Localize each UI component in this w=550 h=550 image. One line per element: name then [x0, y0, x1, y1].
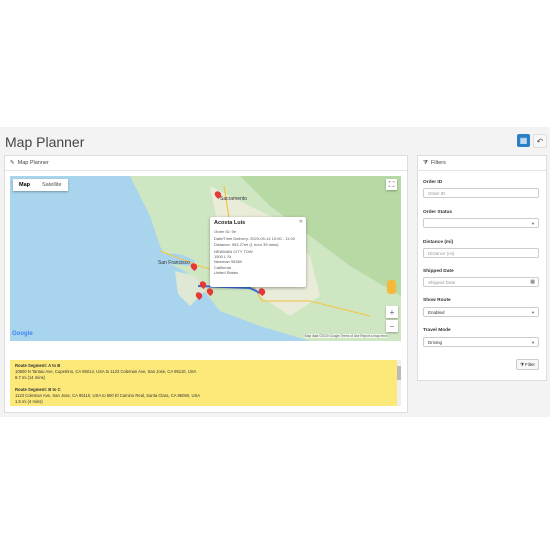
city-label-sacramento: Sacramento	[220, 196, 247, 202]
info-customer-name: Acosta Luis	[214, 220, 246, 226]
pegman-icon[interactable]	[387, 280, 396, 294]
funnel-icon: ⧩	[519, 362, 524, 367]
order-status-label: Order Status	[423, 210, 453, 215]
show-route-label: Show Route	[423, 298, 451, 303]
show-route-select[interactable]: Enabled ▼	[423, 307, 539, 317]
filters-panel-header: ⧩ Filters	[418, 156, 546, 171]
info-address-line: United States	[214, 270, 239, 276]
info-window: Acosta Luis Order ID: 9e Date/Time Deliv…	[210, 217, 306, 287]
travel-mode-label: Travel Mode	[423, 328, 451, 333]
order-id-label: Order ID	[423, 180, 443, 185]
grid-icon: ▦	[519, 136, 528, 145]
info-distance: Distance: 953.27mi (1 hour 39 mins)	[214, 242, 279, 248]
route-segment-title: Route Segment: B to C	[15, 387, 61, 393]
back-button[interactable]: ↶	[533, 134, 547, 148]
route-segment: Route Segment: B to C 1123 Coleman Ave, …	[10, 384, 401, 406]
map-terrain	[130, 176, 401, 341]
shipped-date-placeholder: Shipped Date	[428, 279, 456, 285]
map-type-control: Map Satellite	[13, 179, 68, 191]
route-segment: Route Segment: A to B 10600 N Tantau Ave…	[10, 360, 401, 384]
distance-input[interactable]: Distance (mi)	[423, 248, 539, 258]
order-id-input[interactable]: Order ID	[423, 188, 539, 198]
fullscreen-icon: ⛶	[388, 179, 395, 189]
map-type-map[interactable]: Map	[13, 179, 36, 191]
info-order-id: Order ID: 9e	[214, 229, 237, 235]
route-segments-list[interactable]: Route Segment: A to B 10600 N Tantau Ave…	[10, 360, 401, 406]
grid-button[interactable]: ▦	[517, 134, 530, 147]
shipped-date-label: Shipped Date	[423, 269, 454, 274]
funnel-icon: ⧩	[423, 159, 428, 166]
route-segment-distance: 1.5 mi (4 mins)	[15, 399, 43, 405]
map-panel-title: Map Planner	[17, 160, 49, 166]
filter-button-label: Filter	[525, 362, 535, 367]
zoom-in-button[interactable]: +	[386, 306, 398, 318]
close-icon[interactable]: ✕	[299, 219, 303, 226]
map-attribution: Map data ©2020 Google Terms of Use Repor…	[305, 334, 388, 338]
travel-mode-value: Driving	[428, 339, 443, 345]
travel-mode-select[interactable]: Driving ▼	[423, 337, 539, 347]
map-canvas[interactable]: Map Satellite ⛶ + − Sacramento San Franc…	[10, 176, 401, 341]
info-delivery: Date/Time Delivery: 2020-09-14 10:00 - 1…	[214, 235, 295, 241]
filter-button[interactable]: ⧩ Filter	[516, 359, 539, 370]
page-title: Map Planner	[5, 134, 85, 150]
chevron-down-icon: ▼	[531, 309, 535, 315]
order-status-select[interactable]: ▼	[423, 218, 539, 228]
distance-label: Distance (mi)	[423, 240, 454, 245]
route-segment-distance: 8.7 mi (14 mins)	[15, 375, 46, 381]
chevron-down-icon: ▼	[531, 339, 535, 345]
map-panel-header: ✎ Map Planner	[5, 156, 407, 171]
city-label-san-francisco: San Francisco	[158, 260, 190, 266]
google-logo: Google	[12, 331, 33, 337]
route-segment-title: Route Segment: A to B	[15, 363, 61, 368]
fullscreen-button[interactable]: ⛶	[386, 179, 397, 190]
shipped-date-input[interactable]: Shipped Date ▦	[423, 277, 539, 287]
pencil-icon: ✎	[10, 160, 15, 166]
zoom-out-button[interactable]: −	[386, 320, 398, 332]
reply-icon: ↶	[536, 136, 544, 146]
scrollbar[interactable]	[397, 360, 401, 406]
filters-title: Filters	[430, 160, 446, 166]
calendar-icon[interactable]: ▦	[530, 279, 535, 285]
map-type-satellite[interactable]: Satellite	[36, 179, 68, 191]
show-route-value: Enabled	[428, 309, 445, 315]
chevron-down-icon: ▼	[531, 220, 535, 226]
